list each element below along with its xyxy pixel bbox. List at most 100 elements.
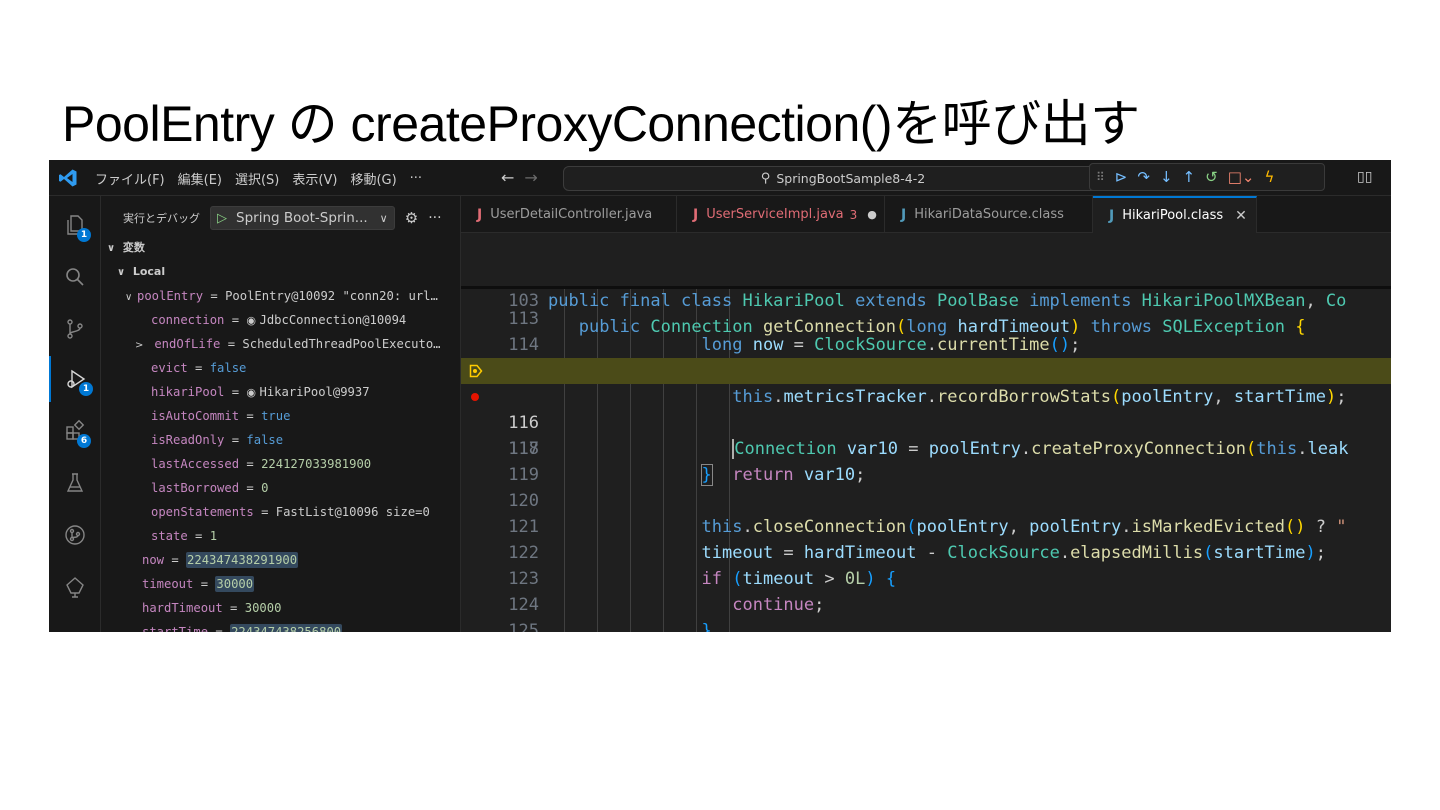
layout-icon[interactable]: ▯▯ [1357, 169, 1372, 185]
tab-userdetailcontroller[interactable]: J UserDetailController.java [461, 196, 677, 233]
run-config-select[interactable]: ▷ Spring Boot-Sprin... ∨ [210, 206, 395, 230]
continue-icon[interactable]: ⊳ [1115, 168, 1128, 186]
current-execution-line[interactable]: 116 Connection var10 = poolEntry.createP… [461, 358, 1391, 459]
sidebar-header: 実行とデバッグ ▷ Spring Boot-Sprin... ∨ ⚙ ··· [123, 206, 442, 230]
variable-row[interactable]: lastAccessed = 224127033981900 [151, 452, 371, 476]
variable-row[interactable]: connection = ◉ JdbcConnection@10094 [151, 308, 406, 332]
command-center-search[interactable]: ⚲ SpringBootSample8-4-2 [563, 166, 1123, 191]
gear-icon[interactable]: ⚙ [405, 209, 418, 227]
variable-row[interactable]: evict = false [151, 356, 246, 380]
close-icon[interactable]: ✕ [1235, 208, 1247, 224]
menu-more[interactable]: ··· [410, 171, 422, 186]
code-line[interactable]: 118 } [461, 410, 1391, 486]
git-graph-button[interactable] [49, 512, 101, 558]
code-line[interactable]: 126 [461, 618, 1391, 632]
code-line[interactable]: 113 long now = ClockSource.currentTime()… [461, 280, 1391, 355]
variable-row[interactable]: isAutoCommit = true [151, 404, 290, 428]
menu-edit[interactable]: 編集(E) [178, 169, 222, 188]
code-line[interactable]: 120 this.closeConnection(poolEntry, pool… [461, 462, 1391, 537]
step-out-icon[interactable]: ↑ [1183, 168, 1196, 186]
flask-icon [66, 473, 84, 492]
activity-bar: 1 1 6 [49, 196, 101, 632]
eye-icon: ◉ [246, 386, 260, 399]
sticky-line[interactable]: 37 public final class HikariPool extends… [461, 236, 1391, 311]
search-text: SpringBootSample8-4-2 [776, 171, 926, 186]
variable-row[interactable]: startTime = 224347438256800 [142, 620, 343, 632]
chevron-down-icon: ∨ [107, 243, 116, 254]
breakpoint-icon[interactable] [471, 393, 479, 401]
java-file-icon: J [693, 206, 699, 223]
tab-userserviceimpl[interactable]: J UserServiceImpl.java 3 ● [677, 196, 885, 233]
code-editor[interactable]: 37 public final class HikariPool extends… [461, 234, 1391, 632]
menu-file[interactable]: ファイル(F) [95, 169, 165, 188]
hot-code-replace-icon[interactable]: ϟ [1264, 168, 1274, 186]
code-line[interactable]: 119 [461, 436, 1391, 485]
eye-icon: ◉ [246, 314, 260, 327]
source-control-button[interactable] [49, 306, 101, 352]
extensions-button[interactable]: 6 [49, 408, 101, 454]
forward-arrow-icon[interactable]: → [524, 168, 537, 187]
run-config-label: Spring Boot-Sprin... [236, 210, 368, 226]
magnifier-icon [66, 268, 84, 286]
explorer-button[interactable]: 1 [49, 202, 101, 248]
drag-handle-icon[interactable]: ⠿ [1096, 170, 1105, 184]
variable-row[interactable]: timeout = 30000 [142, 572, 255, 596]
step-into-icon[interactable]: ↓ [1160, 168, 1173, 186]
variable-row[interactable]: now = 224347438291900 [142, 548, 299, 572]
stop-icon[interactable]: □⌄ [1228, 168, 1255, 186]
java-class-icon: J [901, 206, 907, 223]
code-line[interactable]: 124 } [461, 566, 1391, 632]
variable-row[interactable]: openStatements = FastList@10096 size=0 [151, 500, 430, 524]
chevron-down-icon: ∨ [125, 292, 133, 303]
slide-title: PoolEntry の createProxyConnection()を呼び出す [62, 96, 1140, 152]
run-debug-button[interactable]: 1 [49, 356, 101, 402]
spring-leaf-icon [66, 577, 84, 598]
chevron-down-icon: ∨ [117, 267, 126, 278]
code-line[interactable]: 115 this.metricsTracker.recordBorrowStat… [461, 332, 1391, 407]
unsaved-dot-icon[interactable]: ● [867, 208, 877, 221]
variable-row[interactable]: hikariPool = ◉ HikariPool@9937 [151, 380, 370, 404]
tab-hikaridatasource[interactable]: J HikariDataSource.class [885, 196, 1093, 233]
title-bar: ファイル(F) 編集(E) 選択(S) 表示(V) 移動(G) ··· ← → ⚲… [49, 160, 1391, 196]
variable-row[interactable]: hardTimeout = 30000 [142, 596, 281, 620]
menu-view[interactable]: 表示(V) [292, 169, 337, 188]
variable-row[interactable]: state = 1 [151, 524, 217, 548]
variable-row[interactable]: > endOfLife = ScheduledThreadPoolExecuto… [135, 332, 441, 356]
debug-badge: 1 [79, 382, 93, 396]
debug-toolbar: ⠿ ⊳ ↷ ↓ ↑ ↺ □⌄ ϟ [1089, 163, 1325, 191]
more-actions-icon[interactable]: ··· [428, 210, 441, 226]
code-line[interactable]: 125 } [461, 592, 1391, 632]
variables-section-header[interactable]: ∨ 変数 [107, 236, 145, 260]
menu-selection[interactable]: 選択(S) [235, 169, 279, 188]
git-graph-icon [65, 525, 85, 545]
explorer-badge: 1 [77, 228, 91, 242]
tab-hikaripool[interactable]: J HikariPool.class ✕ [1093, 196, 1257, 233]
java-class-icon: J [1109, 207, 1115, 224]
code-line[interactable]: 121 timeout = hardTimeout - ClockSource.… [461, 488, 1391, 563]
restart-icon[interactable]: ↺ [1205, 168, 1218, 186]
nav-arrows: ← → [501, 168, 548, 187]
git-branch-icon [67, 319, 83, 339]
start-debugging-icon[interactable]: ▷ [217, 211, 227, 226]
run-debug-sidebar: 実行とデバッグ ▷ Spring Boot-Sprin... ∨ ⚙ ··· ∨… [101, 196, 461, 632]
spring-boot-button[interactable] [49, 564, 101, 610]
scope-local[interactable]: ∨ Local [117, 260, 165, 284]
chevron-right-icon: > [135, 340, 144, 351]
code-line[interactable]: 117 return var10; [461, 384, 1391, 485]
step-over-icon[interactable]: ↷ [1137, 168, 1150, 186]
variable-row[interactable]: lastBorrowed = 0 [151, 476, 268, 500]
java-file-icon: J [477, 206, 483, 223]
problems-count: 3 [849, 207, 858, 222]
variable-row[interactable]: isReadOnly = false [151, 428, 283, 452]
code-line[interactable]: 114 if (!poolEntry.isMarkedEvicted() && … [461, 306, 1391, 381]
code-line[interactable]: 123 continue; [461, 540, 1391, 615]
search-icon: ⚲ [760, 171, 771, 186]
back-arrow-icon[interactable]: ← [501, 168, 514, 187]
chevron-down-icon: ∨ [379, 211, 388, 225]
testing-button[interactable] [49, 460, 101, 506]
search-button[interactable] [49, 254, 101, 300]
code-line[interactable]: 122 if (timeout > 0L) { [461, 514, 1391, 589]
editor-tabs: J UserDetailController.java J UserServic… [461, 196, 1391, 233]
menu-go[interactable]: 移動(G) [350, 169, 396, 188]
variable-row[interactable]: ∨ poolEntry = PoolEntry@10092 "conn20: ur… [125, 284, 438, 308]
